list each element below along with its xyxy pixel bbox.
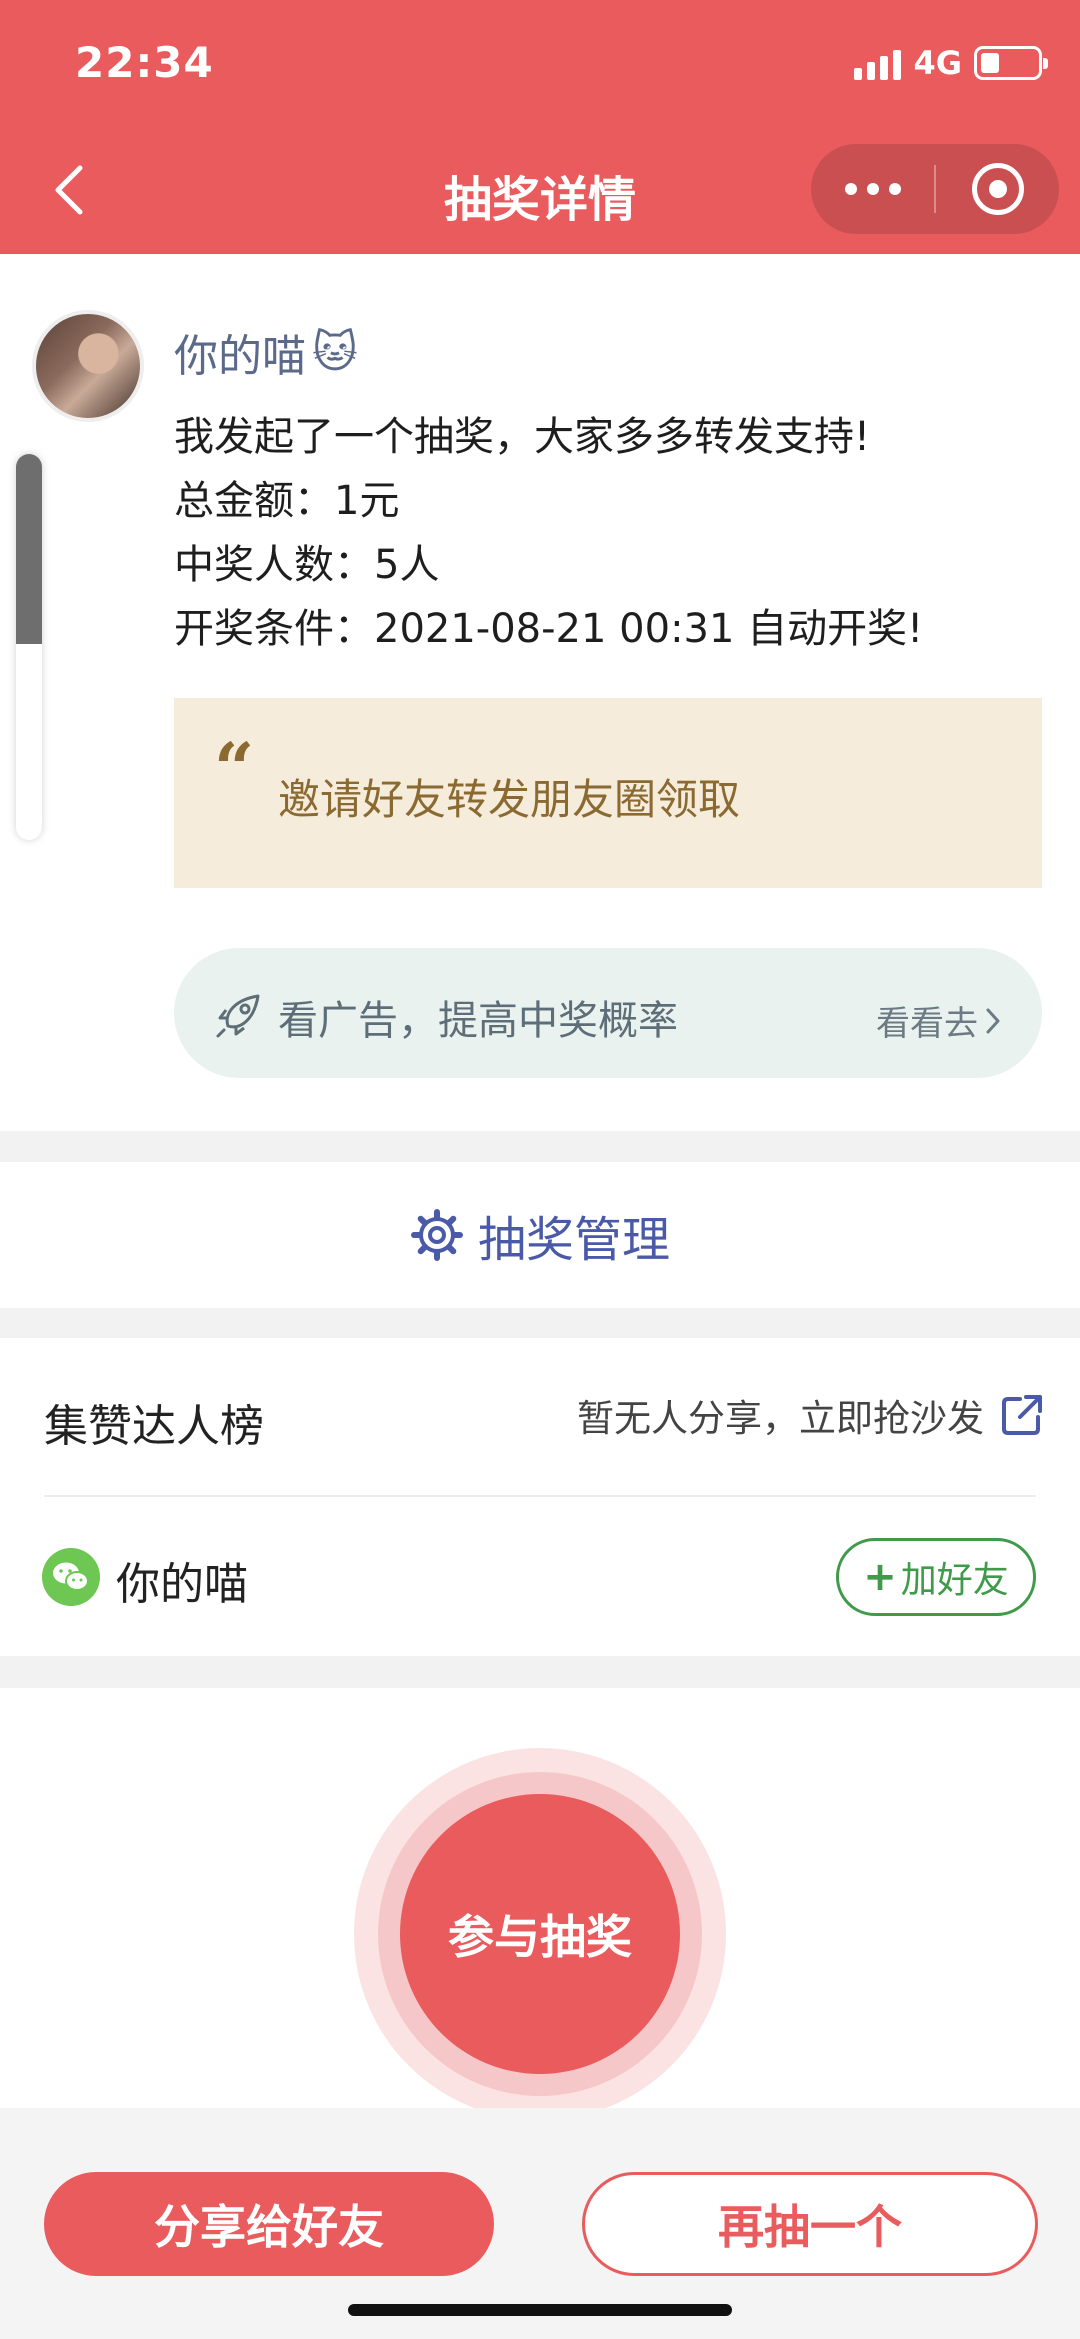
post-text-line: 我发起了一个抽奖，大家多多转发支持! (174, 414, 871, 460)
status-icons: 4G (854, 44, 1048, 82)
battery-icon (974, 46, 1048, 80)
add-friend-button[interactable]: + 加好友 (836, 1538, 1036, 1616)
avatar[interactable] (32, 310, 144, 422)
wechat-icon (42, 1548, 100, 1606)
target-icon (971, 163, 1024, 215)
signal-icon (854, 46, 902, 80)
mini-program-capsule (811, 144, 1059, 234)
post-text-line: 总金额：1元 (174, 478, 400, 524)
ad-text: 看广告，提高中奖概率 (278, 998, 678, 1044)
cat-emoji-icon: 🐱 (312, 326, 358, 378)
post-text-line: 开奖条件：2021-08-21 00:31 自动开奖! (174, 606, 924, 652)
join-lottery-button[interactable]: 参与抽奖 (400, 1794, 680, 2074)
gear-icon (410, 1209, 463, 1261)
more-button[interactable] (811, 144, 934, 234)
draw-again-button[interactable]: 再抽一个 (582, 2172, 1038, 2276)
quote-icon: “ (214, 727, 255, 810)
external-link-icon (1002, 1395, 1042, 1435)
lottery-post-card: 你的喵 🐱 我发起了一个抽奖，大家多多转发支持! 总金额：1元 中奖人数：5人 … (0, 254, 1080, 1131)
post-text-line: 中奖人数：5人 (174, 542, 440, 588)
home-indicator[interactable] (348, 2304, 732, 2316)
watch-ad-banner[interactable]: 看广告，提高中奖概率 看看去 (174, 948, 1042, 1078)
close-miniprogram-button[interactable] (936, 144, 1059, 234)
share-to-friend-button[interactable]: 分享给好友 (44, 2172, 494, 2276)
scrollbar[interactable] (16, 454, 42, 840)
status-time: 22:34 (75, 38, 214, 87)
header: 22:34 4G 抽奖详情 (0, 0, 1080, 254)
manage-label: 抽奖管理 (477, 1212, 670, 1268)
more-dots-icon (844, 183, 857, 195)
bottom-action-bar: 分享给好友 再抽一个 (0, 2108, 1080, 2339)
leaderboard-title: 集赞达人榜 (44, 1401, 264, 1452)
quote-text: 邀请好友转发朋友圈领取 (278, 775, 741, 824)
rocket-icon (216, 994, 260, 1038)
author-name[interactable]: 你的喵 🐱 (174, 320, 358, 384)
chevron-right-icon (986, 1008, 1000, 1033)
leaderboard-user-name: 你的喵 (116, 1559, 248, 1610)
like-leaderboard: 集赞达人榜 暂无人分享，立即抢沙发 你的喵 + 加好友 (0, 1338, 1080, 1656)
plus-icon: + (863, 1554, 897, 1600)
leaderboard-share-link[interactable]: 暂无人分享，立即抢沙发 (577, 1388, 1046, 1442)
quote-box: “ 邀请好友转发朋友圈领取 (174, 698, 1042, 888)
lottery-manage-button[interactable]: 抽奖管理 (0, 1162, 1080, 1308)
divider (44, 1495, 1036, 1497)
ad-link[interactable]: 看看去 (876, 996, 1002, 1045)
join-area: 参与抽奖 (0, 1688, 1080, 2108)
network-type: 4G (913, 44, 962, 82)
